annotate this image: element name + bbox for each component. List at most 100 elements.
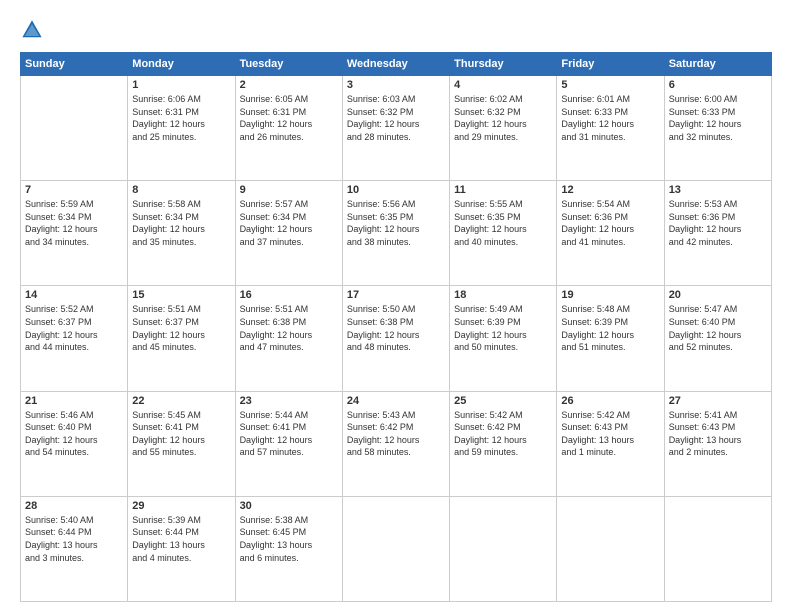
day-info: Sunrise: 5:41 AM Sunset: 6:43 PM Dayligh… [669, 409, 767, 459]
day-number: 29 [132, 500, 230, 512]
day-info: Sunrise: 5:43 AM Sunset: 6:42 PM Dayligh… [347, 409, 445, 459]
header [20, 18, 772, 42]
day-info: Sunrise: 5:51 AM Sunset: 6:38 PM Dayligh… [240, 303, 338, 353]
day-info: Sunrise: 6:06 AM Sunset: 6:31 PM Dayligh… [132, 93, 230, 143]
col-header-wednesday: Wednesday [342, 53, 449, 76]
day-cell: 13 Sunrise: 5:53 AM Sunset: 6:36 PM Dayli… [664, 181, 771, 286]
day-number: 10 [347, 184, 445, 196]
week-row-5: 28 Sunrise: 5:40 AM Sunset: 6:44 PM Dayli… [21, 496, 772, 601]
day-info: Sunrise: 5:49 AM Sunset: 6:39 PM Dayligh… [454, 303, 552, 353]
day-cell: 23 Sunrise: 5:44 AM Sunset: 6:41 PM Dayli… [235, 391, 342, 496]
day-info: Sunrise: 6:00 AM Sunset: 6:33 PM Dayligh… [669, 93, 767, 143]
day-info: Sunrise: 5:42 AM Sunset: 6:43 PM Dayligh… [561, 409, 659, 459]
day-cell: 20Sunrise: 5:47 AM Sunset: 6:40 PM Dayli… [664, 286, 771, 391]
page: SundayMondayTuesdayWednesdayThursdayFrid… [0, 0, 792, 612]
day-info: Sunrise: 5:48 AM Sunset: 6:39 PM Dayligh… [561, 303, 659, 353]
day-number: 15 [132, 289, 230, 301]
day-info: Sunrise: 5:57 AM Sunset: 6:34 PM Dayligh… [240, 198, 338, 248]
day-cell: 3 Sunrise: 6:03 AM Sunset: 6:32 PM Daylig… [342, 76, 449, 181]
week-row-2: 7 Sunrise: 5:59 AM Sunset: 6:34 PM Daylig… [21, 181, 772, 286]
day-number: 5 [561, 79, 659, 91]
week-row-1: 1 Sunrise: 6:06 AM Sunset: 6:31 PM Daylig… [21, 76, 772, 181]
col-header-sunday: Sunday [21, 53, 128, 76]
day-info: Sunrise: 6:05 AM Sunset: 6:31 PM Dayligh… [240, 93, 338, 143]
day-cell [557, 496, 664, 601]
day-number: 22 [132, 395, 230, 407]
day-cell: 12 Sunrise: 5:54 AM Sunset: 6:36 PM Dayli… [557, 181, 664, 286]
day-number: 27 [669, 395, 767, 407]
day-number: 18 [454, 289, 552, 301]
day-info: Sunrise: 5:53 AM Sunset: 6:36 PM Dayligh… [669, 198, 767, 248]
day-number: 20 [669, 289, 767, 301]
day-cell [21, 76, 128, 181]
day-number: 7 [25, 184, 123, 196]
week-row-4: 21Sunrise: 5:46 AM Sunset: 6:40 PM Dayli… [21, 391, 772, 496]
day-cell: 2 Sunrise: 6:05 AM Sunset: 6:31 PM Daylig… [235, 76, 342, 181]
day-cell: 11 Sunrise: 5:55 AM Sunset: 6:35 PM Dayli… [450, 181, 557, 286]
day-number: 17 [347, 289, 445, 301]
logo [20, 18, 52, 42]
day-info: Sunrise: 5:54 AM Sunset: 6:36 PM Dayligh… [561, 198, 659, 248]
day-info: Sunrise: 5:55 AM Sunset: 6:35 PM Dayligh… [454, 198, 552, 248]
day-number: 3 [347, 79, 445, 91]
day-cell: 15 Sunrise: 5:51 AM Sunset: 6:37 PM Dayli… [128, 286, 235, 391]
day-cell: 27 Sunrise: 5:41 AM Sunset: 6:43 PM Dayli… [664, 391, 771, 496]
day-cell: 14Sunrise: 5:52 AM Sunset: 6:37 PM Dayli… [21, 286, 128, 391]
day-number: 16 [240, 289, 338, 301]
day-cell: 1 Sunrise: 6:06 AM Sunset: 6:31 PM Daylig… [128, 76, 235, 181]
day-number: 30 [240, 500, 338, 512]
day-cell: 22Sunrise: 5:45 AM Sunset: 6:41 PM Dayli… [128, 391, 235, 496]
day-cell: 8 Sunrise: 5:58 AM Sunset: 6:34 PM Daylig… [128, 181, 235, 286]
day-cell: 9 Sunrise: 5:57 AM Sunset: 6:34 PM Daylig… [235, 181, 342, 286]
calendar-table: SundayMondayTuesdayWednesdayThursdayFrid… [20, 52, 772, 602]
day-number: 12 [561, 184, 659, 196]
col-header-monday: Monday [128, 53, 235, 76]
day-number: 2 [240, 79, 338, 91]
day-number: 26 [561, 395, 659, 407]
day-cell: 29 Sunrise: 5:39 AM Sunset: 6:44 PM Dayli… [128, 496, 235, 601]
day-cell: 6 Sunrise: 6:00 AM Sunset: 6:33 PM Daylig… [664, 76, 771, 181]
day-number: 1 [132, 79, 230, 91]
day-number: 21 [25, 395, 123, 407]
day-cell [664, 496, 771, 601]
logo-icon [20, 18, 44, 42]
day-cell: 18 Sunrise: 5:49 AM Sunset: 6:39 PM Dayli… [450, 286, 557, 391]
col-header-saturday: Saturday [664, 53, 771, 76]
day-cell: 19 Sunrise: 5:48 AM Sunset: 6:39 PM Dayli… [557, 286, 664, 391]
day-cell [342, 496, 449, 601]
day-number: 23 [240, 395, 338, 407]
day-info: Sunrise: 5:40 AM Sunset: 6:44 PM Dayligh… [25, 514, 123, 564]
day-cell: 28 Sunrise: 5:40 AM Sunset: 6:44 PM Dayli… [21, 496, 128, 601]
day-info: Sunrise: 5:58 AM Sunset: 6:34 PM Dayligh… [132, 198, 230, 248]
day-number: 13 [669, 184, 767, 196]
day-cell: 30Sunrise: 5:38 AM Sunset: 6:45 PM Dayli… [235, 496, 342, 601]
week-row-3: 14Sunrise: 5:52 AM Sunset: 6:37 PM Dayli… [21, 286, 772, 391]
day-cell: 4 Sunrise: 6:02 AM Sunset: 6:32 PM Daylig… [450, 76, 557, 181]
day-number: 24 [347, 395, 445, 407]
day-number: 4 [454, 79, 552, 91]
col-header-friday: Friday [557, 53, 664, 76]
day-cell: 24 Sunrise: 5:43 AM Sunset: 6:42 PM Dayli… [342, 391, 449, 496]
day-number: 14 [25, 289, 123, 301]
day-number: 25 [454, 395, 552, 407]
day-info: Sunrise: 6:03 AM Sunset: 6:32 PM Dayligh… [347, 93, 445, 143]
header-row: SundayMondayTuesdayWednesdayThursdayFrid… [21, 53, 772, 76]
day-number: 28 [25, 500, 123, 512]
day-cell: 26 Sunrise: 5:42 AM Sunset: 6:43 PM Dayli… [557, 391, 664, 496]
day-info: Sunrise: 5:50 AM Sunset: 6:38 PM Dayligh… [347, 303, 445, 353]
day-info: Sunrise: 5:51 AM Sunset: 6:37 PM Dayligh… [132, 303, 230, 353]
day-cell: 5 Sunrise: 6:01 AM Sunset: 6:33 PM Daylig… [557, 76, 664, 181]
day-info: Sunrise: 5:44 AM Sunset: 6:41 PM Dayligh… [240, 409, 338, 459]
day-cell: 10 Sunrise: 5:56 AM Sunset: 6:35 PM Dayli… [342, 181, 449, 286]
day-info: Sunrise: 5:56 AM Sunset: 6:35 PM Dayligh… [347, 198, 445, 248]
day-number: 11 [454, 184, 552, 196]
day-number: 19 [561, 289, 659, 301]
day-info: Sunrise: 5:39 AM Sunset: 6:44 PM Dayligh… [132, 514, 230, 564]
day-info: Sunrise: 5:59 AM Sunset: 6:34 PM Dayligh… [25, 198, 123, 248]
day-number: 9 [240, 184, 338, 196]
day-number: 8 [132, 184, 230, 196]
day-cell: 7 Sunrise: 5:59 AM Sunset: 6:34 PM Daylig… [21, 181, 128, 286]
day-number: 6 [669, 79, 767, 91]
day-info: Sunrise: 6:01 AM Sunset: 6:33 PM Dayligh… [561, 93, 659, 143]
day-info: Sunrise: 6:02 AM Sunset: 6:32 PM Dayligh… [454, 93, 552, 143]
